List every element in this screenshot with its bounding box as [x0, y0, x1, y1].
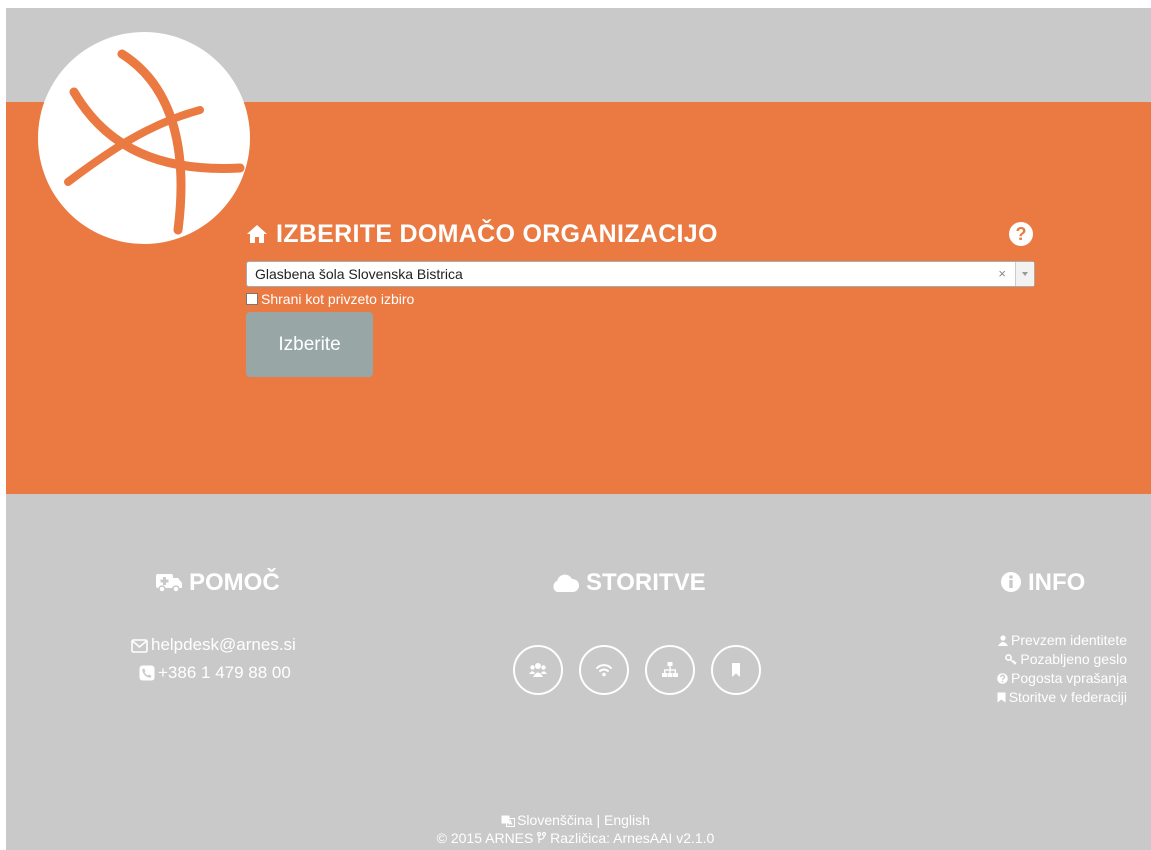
language-switcher: Slovenščina | English — [0, 811, 1151, 829]
info-link-federation[interactable]: Storitve v federaciji — [907, 688, 1127, 707]
org-select-header: IZBERITE DOMAČO ORGANIZACIJO ? — [246, 218, 1033, 250]
chevron-down-icon[interactable] — [1015, 262, 1034, 286]
version-text: Različica: ArnesAAI v2.1.0 — [550, 830, 715, 846]
language-separator: | — [596, 812, 601, 828]
sitemap-icon — [662, 662, 678, 677]
ambulance-icon — [156, 574, 182, 593]
users-icon — [529, 663, 547, 677]
helpdesk-email[interactable]: helpdesk@arnes.si — [131, 634, 296, 656]
wifi-icon — [596, 664, 612, 677]
services-section-title: STORITVE — [550, 568, 706, 598]
info-link-faq[interactable]: Pogosta vprašanja — [907, 669, 1127, 688]
bookmark-service-button[interactable] — [711, 645, 761, 695]
wifi-service-button[interactable] — [579, 645, 629, 695]
info-link-faq-label: Pogosta vprašanja — [1011, 670, 1127, 686]
sitemap-service-button[interactable] — [645, 645, 695, 695]
info-link-identity-label: Prevzem identitete — [1011, 632, 1127, 648]
code-fork-icon — [537, 831, 547, 843]
info-title-text: INFO — [1028, 569, 1086, 596]
info-section-title: INFO — [1000, 568, 1085, 598]
cloud-icon — [553, 574, 580, 592]
remember-choice: Shrani kot privzeto izbiro — [246, 291, 414, 307]
remember-checkbox[interactable] — [246, 293, 258, 305]
home-icon — [247, 225, 267, 243]
remember-label: Shrani kot privzeto izbiro — [261, 291, 415, 307]
key-icon — [1005, 654, 1018, 665]
language-slovenian[interactable]: Slovenščina — [517, 812, 593, 828]
page-title: IZBERITE DOMAČO ORGANIZACIJO — [246, 218, 718, 250]
bookmark-icon — [732, 663, 740, 677]
selected-organization: Glasbena šola Slovenska Bistrica — [255, 266, 463, 282]
page-title-text: IZBERITE DOMAČO ORGANIZACIJO — [276, 220, 718, 248]
help-title-text: POMOČ — [189, 569, 280, 596]
organization-select[interactable]: Glasbena šola Slovenska Bistrica × — [246, 261, 1035, 287]
info-link-federation-label: Storitve v federaciji — [1008, 689, 1127, 705]
phone-icon — [139, 665, 155, 681]
user-icon — [998, 635, 1009, 646]
services-title-text: STORITVE — [586, 569, 706, 596]
copyright: © 2015 ARNES Različica: ArnesAAI v2.1.0 — [0, 829, 1151, 847]
info-circle-icon — [1001, 572, 1021, 592]
info-links: Prevzem identitete Pozabljeno geslo Pogo… — [907, 631, 1127, 707]
submit-button[interactable]: Izberite — [246, 312, 373, 377]
helpdesk-email-text: helpdesk@arnes.si — [151, 635, 296, 654]
arnes-logo — [38, 32, 250, 244]
help-section-title: POMOČ — [155, 568, 280, 598]
bookmark-icon — [997, 692, 1006, 703]
envelope-icon — [131, 639, 148, 653]
clear-selection-icon[interactable]: × — [998, 262, 1006, 286]
info-link-identity[interactable]: Prevzem identitete — [907, 631, 1127, 650]
info-link-password-label: Pozabljeno geslo — [1020, 651, 1127, 667]
language-icon — [501, 815, 516, 827]
helpdesk-phone: +386 1 479 88 00 — [139, 662, 291, 684]
language-english[interactable]: English — [604, 812, 650, 828]
users-service-button[interactable] — [513, 645, 563, 695]
help-icon[interactable]: ? — [1009, 222, 1033, 246]
question-circle-icon — [997, 673, 1008, 684]
info-link-password[interactable]: Pozabljeno geslo — [907, 650, 1127, 669]
copyright-text: © 2015 ARNES — [436, 830, 534, 846]
helpdesk-phone-text: +386 1 479 88 00 — [158, 663, 291, 682]
